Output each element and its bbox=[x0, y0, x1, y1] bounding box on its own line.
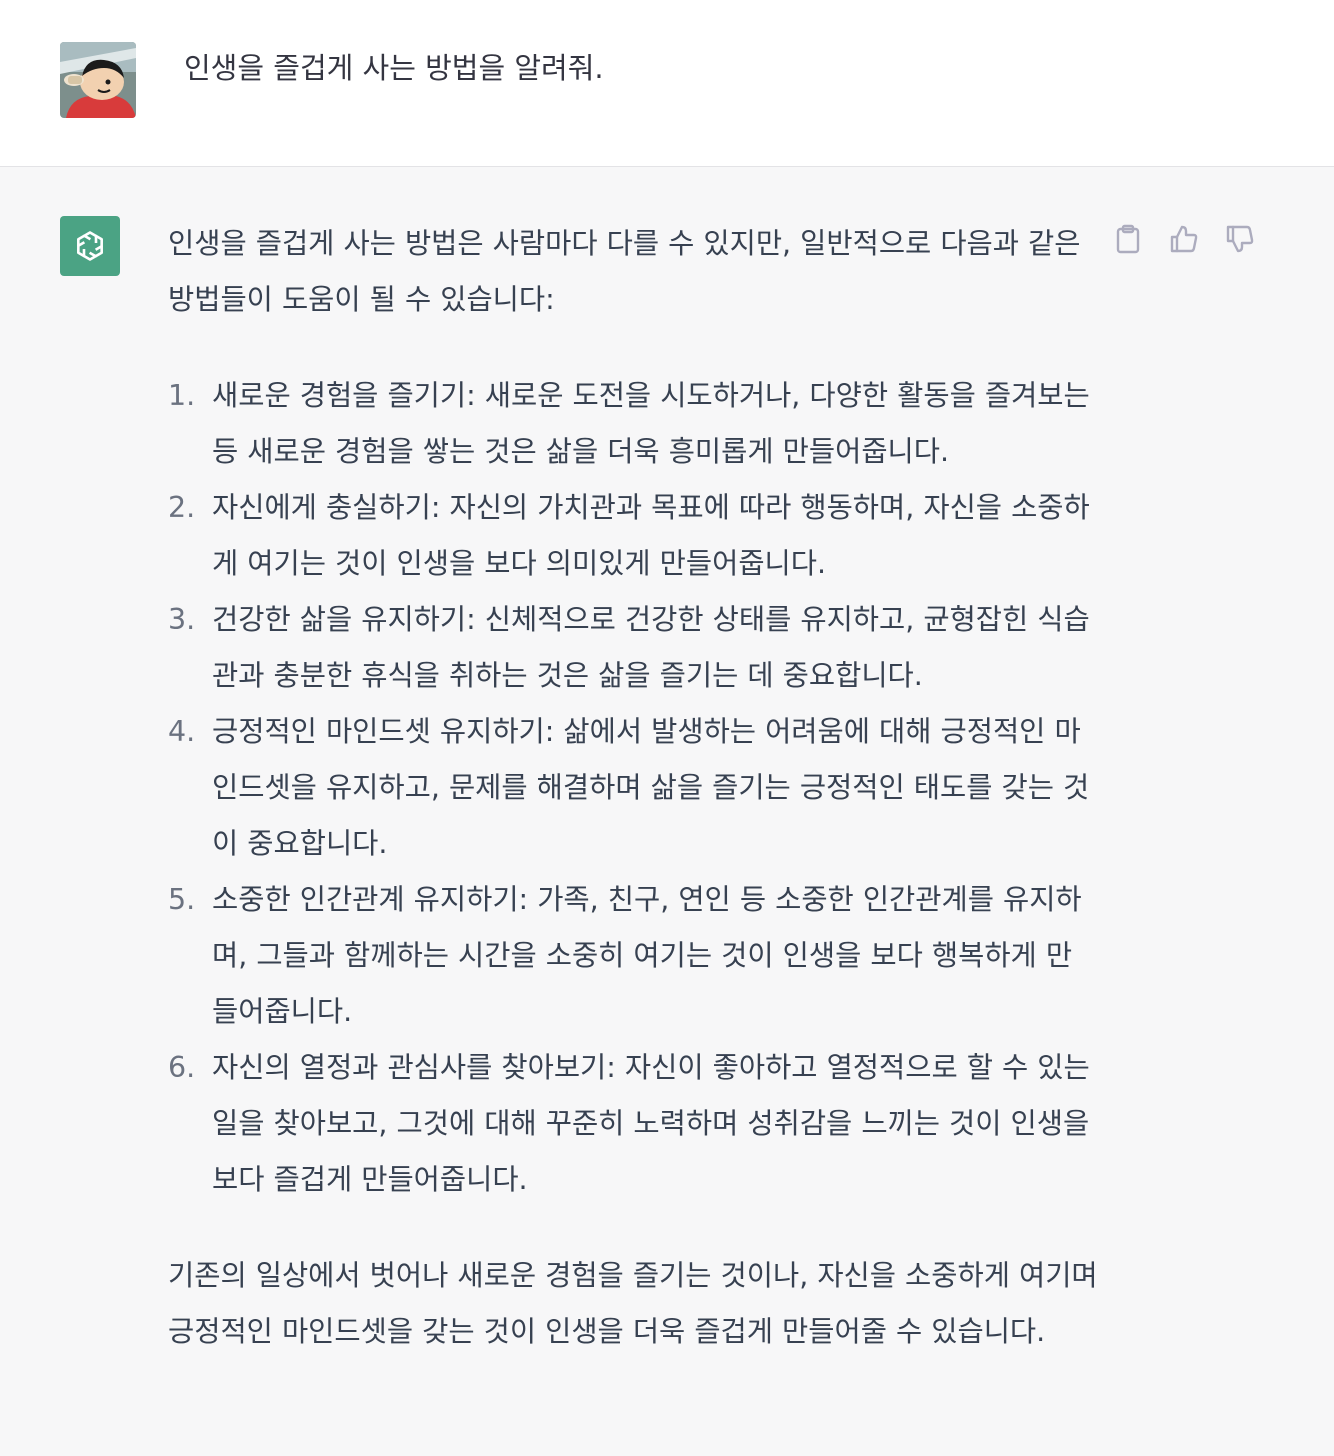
openai-logo-icon bbox=[77, 231, 103, 261]
message-actions bbox=[1112, 223, 1256, 255]
clipboard-icon bbox=[1116, 224, 1140, 254]
user-message-text: 인생을 즐겁게 사는 방법을 알려줘. bbox=[184, 51, 604, 85]
assistant-message-row: 인생을 즐겁게 사는 방법은 사람마다 다를 수 있지만, 일반적으로 다음과 … bbox=[0, 167, 1334, 1456]
list-item-number: 3. bbox=[168, 603, 196, 636]
list-item-text: 건강한 삶을 유지하기: 신체적으로 건강한 상태를 유지하고, 균형잡힌 식습… bbox=[212, 603, 1090, 692]
thumbs-down-icon bbox=[1226, 225, 1254, 253]
assistant-intro: 인생을 즐겁게 사는 방법은 사람마다 다를 수 있지만, 일반적으로 다음과 … bbox=[168, 227, 1081, 316]
list-item-text: 새로운 경험을 즐기기: 새로운 도전을 시도하거나, 다양한 활동을 즐겨보는… bbox=[212, 379, 1090, 468]
list-item: 4. 긍정적인 마인드셋 유지하기: 삶에서 발생하는 어려움에 대해 긍정적인… bbox=[168, 704, 1098, 872]
list-item: 2. 자신에게 충실하기: 자신의 가치관과 목표에 따라 행동하며, 자신을 … bbox=[168, 480, 1098, 592]
list-item-number: 2. bbox=[168, 491, 196, 524]
list-item-number: 1. bbox=[168, 379, 196, 412]
list-item-text: 자신에게 충실하기: 자신의 가치관과 목표에 따라 행동하며, 자신을 소중하… bbox=[212, 491, 1090, 580]
answer-list: 1. 새로운 경험을 즐기기: 새로운 도전을 시도하거나, 다양한 활동을 즐… bbox=[168, 368, 1098, 1208]
like-button[interactable] bbox=[1168, 223, 1200, 255]
assistant-conclusion: 기존의 일상에서 벗어나 새로운 경험을 즐기는 것이나, 자신을 소중하게 여… bbox=[168, 1259, 1098, 1348]
thumbs-up-icon bbox=[1170, 225, 1198, 253]
user-message-row: 인생을 즐겁게 사는 방법을 알려줘. bbox=[0, 0, 1334, 167]
list-item-number: 5. bbox=[168, 883, 196, 916]
copy-button[interactable] bbox=[1112, 223, 1144, 255]
list-item: 5. 소중한 인간관계 유지하기: 가족, 친구, 연인 등 소중한 인간관계를… bbox=[168, 872, 1098, 1040]
list-item: 3. 건강한 삶을 유지하기: 신체적으로 건강한 상태를 유지하고, 균형잡힌… bbox=[168, 592, 1098, 704]
list-item-text: 긍정적인 마인드셋 유지하기: 삶에서 발생하는 어려움에 대해 긍정적인 마인… bbox=[212, 715, 1090, 860]
list-item-number: 4. bbox=[168, 715, 196, 748]
dislike-button[interactable] bbox=[1224, 223, 1256, 255]
assistant-avatar bbox=[60, 216, 120, 276]
user-avatar bbox=[60, 42, 136, 118]
list-item-text: 자신의 열정과 관심사를 찾아보기: 자신이 좋아하고 열정적으로 할 수 있는… bbox=[212, 1051, 1090, 1196]
assistant-message-body: 인생을 즐겁게 사는 방법은 사람마다 다를 수 있지만, 일반적으로 다음과 … bbox=[168, 216, 1098, 1360]
shin-chan-avatar-icon bbox=[60, 42, 136, 118]
list-item-text: 소중한 인간관계 유지하기: 가족, 친구, 연인 등 소중한 인간관계를 유지… bbox=[212, 883, 1082, 1028]
list-item: 6. 자신의 열정과 관심사를 찾아보기: 자신이 좋아하고 열정적으로 할 수… bbox=[168, 1040, 1098, 1208]
list-item-number: 6. bbox=[168, 1051, 196, 1084]
list-item: 1. 새로운 경험을 즐기기: 새로운 도전을 시도하거나, 다양한 활동을 즐… bbox=[168, 368, 1098, 480]
